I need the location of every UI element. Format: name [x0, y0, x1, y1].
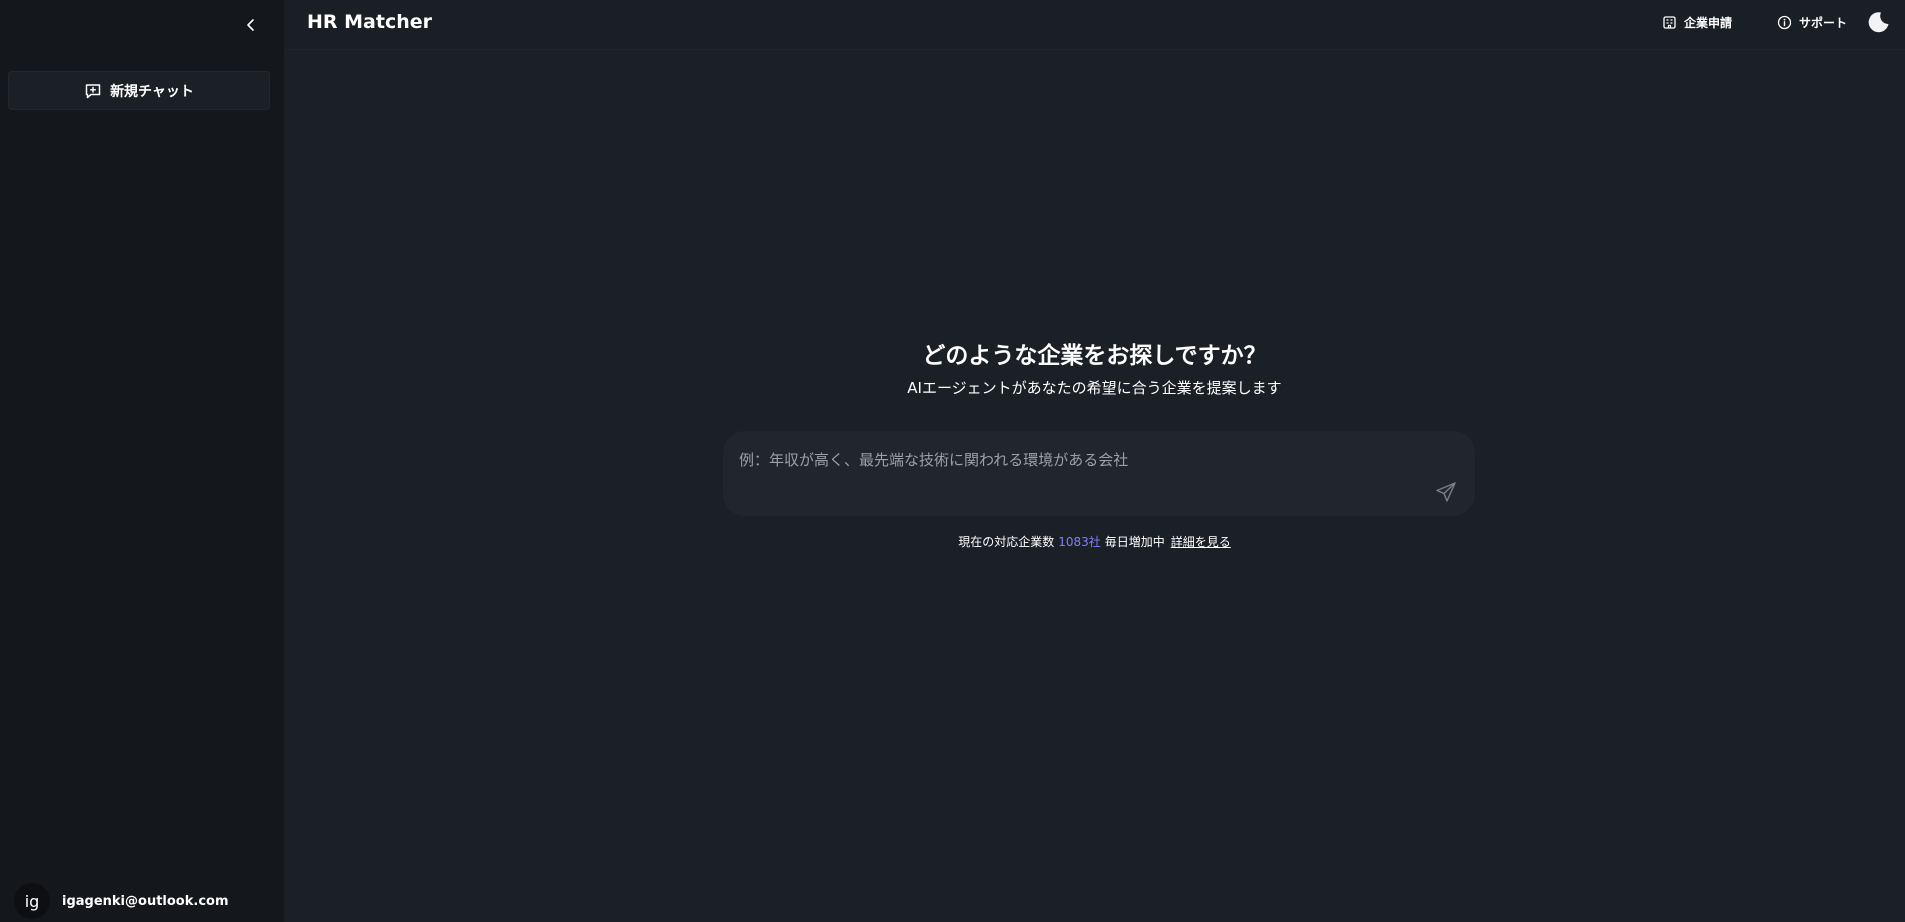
chat-input[interactable]	[739, 449, 1419, 499]
info-icon	[1777, 15, 1792, 30]
info-suffix: 毎日増加中	[1104, 535, 1165, 549]
theme-toggle-button[interactable]	[1867, 10, 1891, 34]
support-label: サポート	[1799, 16, 1848, 30]
company-count-info: 現在の対応企業数 1083社 毎日増加中 詳細を見る	[284, 533, 1905, 550]
moon-icon	[1868, 12, 1889, 33]
support-button[interactable]: サポート	[1777, 14, 1847, 31]
top-bar: HR Matcher 企業申請 サポート	[284, 0, 1905, 50]
avatar: ig	[14, 883, 50, 919]
send-button[interactable]	[1435, 481, 1459, 505]
company-count: 1083社	[1058, 535, 1101, 549]
page-title: どのような企業をお探しですか？	[922, 343, 1267, 369]
company-apply-button[interactable]: 企業申請	[1662, 14, 1732, 31]
main-area: どのような企業をお探しですか？ AIエージェントがあなたの希望に合う企業を提案し…	[284, 0, 1905, 922]
company-apply-label: 企業申請	[1684, 16, 1733, 30]
sidebar: 新規チャット ig igagenki@outlook.com	[0, 0, 284, 922]
new-chat-label: 新規チャット	[110, 83, 194, 100]
chat-composer	[723, 431, 1475, 516]
details-link[interactable]: 詳細を見る	[1171, 535, 1231, 549]
page-subtitle: AIエージェントがあなたの希望に合う企業を提案します	[907, 379, 1282, 397]
user-email: igagenki@outlook.com	[62, 893, 229, 909]
collapse-sidebar-button[interactable]	[238, 12, 264, 38]
new-chat-button[interactable]: 新規チャット	[8, 71, 270, 110]
new-chat-icon	[85, 83, 101, 98]
send-icon	[1436, 482, 1456, 502]
chevron-left-icon	[247, 19, 254, 31]
hero-section: どのような企業をお探しですか？ AIエージェントがあなたの希望に合う企業を提案し…	[284, 0, 1905, 922]
app-root: 新規チャット ig igagenki@outlook.com どのような企業をお…	[0, 0, 1905, 922]
building-icon	[1663, 16, 1676, 29]
user-profile[interactable]: ig igagenki@outlook.com	[14, 883, 229, 919]
info-prefix: 現在の対応企業数	[958, 535, 1055, 549]
app-title: HR Matcher	[307, 11, 433, 33]
